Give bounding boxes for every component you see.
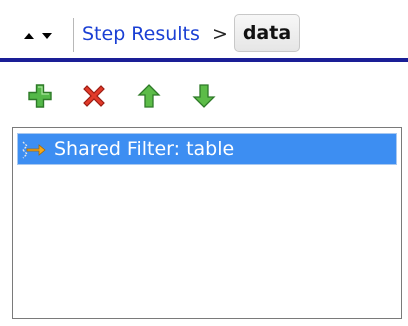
navigate-up-icon[interactable] [21, 28, 37, 42]
breadcrumb-divider [73, 18, 74, 52]
green-down-arrow-icon [192, 84, 216, 108]
breadcrumb-bar: Step Results > data [0, 12, 408, 58]
move-down-button[interactable] [190, 82, 218, 110]
list-item-label: Shared Filter: table [54, 138, 235, 160]
breadcrumb-link-step-results[interactable]: Step Results [82, 22, 200, 46]
header-divider [0, 58, 408, 62]
move-up-button[interactable] [135, 82, 163, 110]
green-plus-icon [28, 84, 52, 108]
breadcrumb-separator: > [212, 23, 228, 45]
filter-list[interactable]: Shared Filter: table [12, 127, 402, 319]
delete-button[interactable] [80, 82, 108, 110]
red-x-icon [83, 85, 105, 107]
filter-arrow-icon [21, 138, 47, 162]
breadcrumb-current[interactable]: data [234, 14, 300, 52]
add-button[interactable] [26, 82, 54, 110]
list-item-shared-filter[interactable]: Shared Filter: table [17, 133, 397, 165]
toolbar [0, 78, 408, 118]
green-up-arrow-icon [137, 84, 161, 108]
navigate-down-icon[interactable] [39, 28, 55, 42]
